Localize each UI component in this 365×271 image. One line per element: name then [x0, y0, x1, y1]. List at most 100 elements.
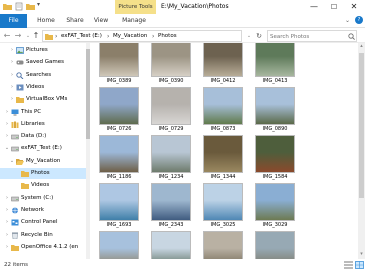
nav-item-network[interactable]: › Network: [0, 205, 86, 216]
chevron-right-icon[interactable]: ›: [9, 82, 15, 93]
back-button[interactable]: ←: [2, 31, 12, 41]
photo-item[interactable]: IMG_3239: [199, 231, 247, 259]
photo-item[interactable]: IMG_0890: [251, 87, 299, 134]
nav-item-openoffice-4-1-2-en[interactable]: › OpenOffice 4.1.2 (en: [0, 242, 86, 253]
photo-thumbnail: [151, 183, 191, 221]
nav-item-recycle-bin[interactable]: › Recycle Bin: [0, 230, 86, 241]
nav-item-photos[interactable]: Photos: [0, 168, 86, 179]
expand-ribbon-icon[interactable]: ⌄: [345, 17, 350, 24]
refresh-button[interactable]: ↻: [254, 31, 264, 41]
content-scrollbar[interactable]: ▴ ▾: [358, 43, 365, 259]
nav-item-label: This PC: [21, 108, 42, 115]
photo-filename: IMG_1693: [106, 222, 132, 228]
scrollbar-thumb[interactable]: [359, 53, 364, 198]
computer-icon: [11, 109, 19, 116]
nav-item-videos[interactable]: Videos: [0, 180, 86, 191]
nav-item-exfat-test-e[interactable]: ⌄ exFAT_Test (E:): [0, 143, 86, 154]
breadcrumb-drive[interactable]: exFAT_Test (E:): [61, 31, 102, 42]
chevron-right-icon[interactable]: ›: [9, 94, 15, 105]
chevron-down-icon[interactable]: ⌄: [9, 156, 15, 167]
photo-item[interactable]: IMG_0390: [147, 43, 195, 86]
nav-item-videos[interactable]: › Videos: [0, 82, 86, 93]
photo-item[interactable]: IMG_1234: [147, 135, 195, 182]
ribbon-tabs: File Home Share View Manage ⌄ ?: [0, 14, 365, 28]
nav-item-virtualbox-vms[interactable]: › VirtualBox VMs: [0, 94, 86, 105]
nav-item-label: Videos: [26, 83, 45, 90]
videos-icon: [16, 84, 24, 91]
close-button[interactable]: ✕: [344, 0, 364, 14]
photo-item[interactable]: IMG_3460: [251, 231, 299, 259]
scroll-down-arrow[interactable]: ▾: [358, 251, 365, 257]
chevron-right-icon[interactable]: ›: [4, 107, 10, 118]
nav-item-control-panel[interactable]: › Control Panel: [0, 217, 86, 228]
photo-item[interactable]: IMG_3194: [147, 231, 195, 259]
forward-button[interactable]: →: [13, 31, 23, 41]
nav-item-data-d[interactable]: › Data (D:): [0, 131, 86, 142]
nav-item-searches[interactable]: › Searches: [0, 70, 86, 81]
properties-icon[interactable]: [15, 2, 23, 11]
chevron-right-icon[interactable]: ›: [4, 131, 10, 142]
nav-item-this-pc[interactable]: › This PC: [0, 107, 86, 118]
search-input[interactable]: [270, 32, 340, 41]
photo-item[interactable]: IMG_1584: [251, 135, 299, 182]
pictures-icon: [16, 47, 24, 54]
tab-home[interactable]: Home: [34, 14, 58, 28]
search-box: [267, 30, 357, 42]
up-button[interactable]: ↑: [31, 31, 41, 41]
nav-item-libraries[interactable]: › Libraries: [0, 119, 86, 130]
photo-item[interactable]: IMG_0729: [147, 87, 195, 134]
photo-item[interactable]: IMG_1693: [95, 183, 143, 230]
chevron-right-icon[interactable]: ›: [9, 45, 15, 56]
chevron-right-icon[interactable]: ›: [9, 57, 15, 68]
photo-item[interactable]: IMG_3029: [251, 183, 299, 230]
folder-icon: [21, 170, 29, 177]
control-panel-icon: [11, 219, 19, 226]
tab-share[interactable]: Share: [62, 14, 88, 28]
maximize-button[interactable]: ☐: [324, 0, 344, 14]
file-list-view: IMG_0389 IMG_0390 IMG_0412 IMG_0413 IMG_0726…: [90, 43, 356, 259]
chevron-right-icon[interactable]: ›: [4, 230, 10, 241]
chevron-right-icon[interactable]: ›: [4, 193, 10, 204]
chevron-right-icon[interactable]: ›: [4, 242, 10, 253]
photo-item[interactable]: IMG_0873: [199, 87, 247, 134]
photo-item[interactable]: IMG_2343: [147, 183, 195, 230]
photo-item[interactable]: IMG_3102: [95, 231, 143, 259]
status-bar: 22 items: [0, 259, 365, 271]
folder-icon: [3, 4, 12, 10]
tab-file[interactable]: File: [0, 14, 27, 28]
nav-item-saved-games[interactable]: › Saved Games: [0, 57, 86, 68]
nav-item-label: Recycle Bin: [21, 231, 53, 238]
photo-thumbnail: [151, 135, 191, 173]
scroll-up-arrow[interactable]: ▴: [358, 43, 365, 49]
photo-item[interactable]: IMG_0726: [95, 87, 143, 134]
photo-item[interactable]: IMG_1186: [95, 135, 143, 182]
photo-item[interactable]: IMG_0412: [199, 43, 247, 86]
photo-item[interactable]: IMG_0413: [251, 43, 299, 86]
address-bar[interactable]: › exFAT_Test (E:) › My_Vacation › Photos: [42, 30, 242, 42]
details-view-icon[interactable]: [344, 261, 353, 269]
nav-item-label: Control Panel: [21, 219, 58, 226]
chevron-right-icon[interactable]: ›: [4, 217, 10, 228]
minimize-button[interactable]: —: [304, 0, 324, 14]
nav-item-my-vacation[interactable]: ⌄ My_Vacation: [0, 156, 86, 167]
photo-item[interactable]: IMG_3025: [199, 183, 247, 230]
help-icon[interactable]: ?: [355, 16, 363, 24]
chevron-right-icon[interactable]: ›: [4, 205, 10, 216]
tab-manage[interactable]: Manage: [117, 14, 151, 28]
breadcrumb-separator: ›: [55, 33, 58, 40]
chevron-right-icon[interactable]: ›: [4, 119, 10, 130]
quick-access-dropdown[interactable]: ▾: [37, 1, 40, 8]
tab-view[interactable]: View: [91, 14, 111, 28]
photo-item[interactable]: IMG_1344: [199, 135, 247, 182]
new-folder-icon[interactable]: [26, 2, 35, 11]
nav-item-system-c[interactable]: › System (C:): [0, 193, 86, 204]
photo-item[interactable]: IMG_0389: [95, 43, 143, 86]
large-icons-view-icon[interactable]: [355, 261, 364, 269]
breadcrumb-my-vacation[interactable]: My_Vacation: [113, 31, 147, 42]
chevron-down-icon[interactable]: ⌄: [4, 143, 10, 154]
chevron-right-icon[interactable]: ›: [9, 70, 15, 81]
search-icon: [16, 71, 24, 79]
breadcrumb-photos[interactable]: Photos: [158, 31, 177, 42]
address-dropdown-button[interactable]: ⌄: [244, 31, 254, 41]
nav-item-pictures[interactable]: › Pictures: [0, 45, 86, 56]
